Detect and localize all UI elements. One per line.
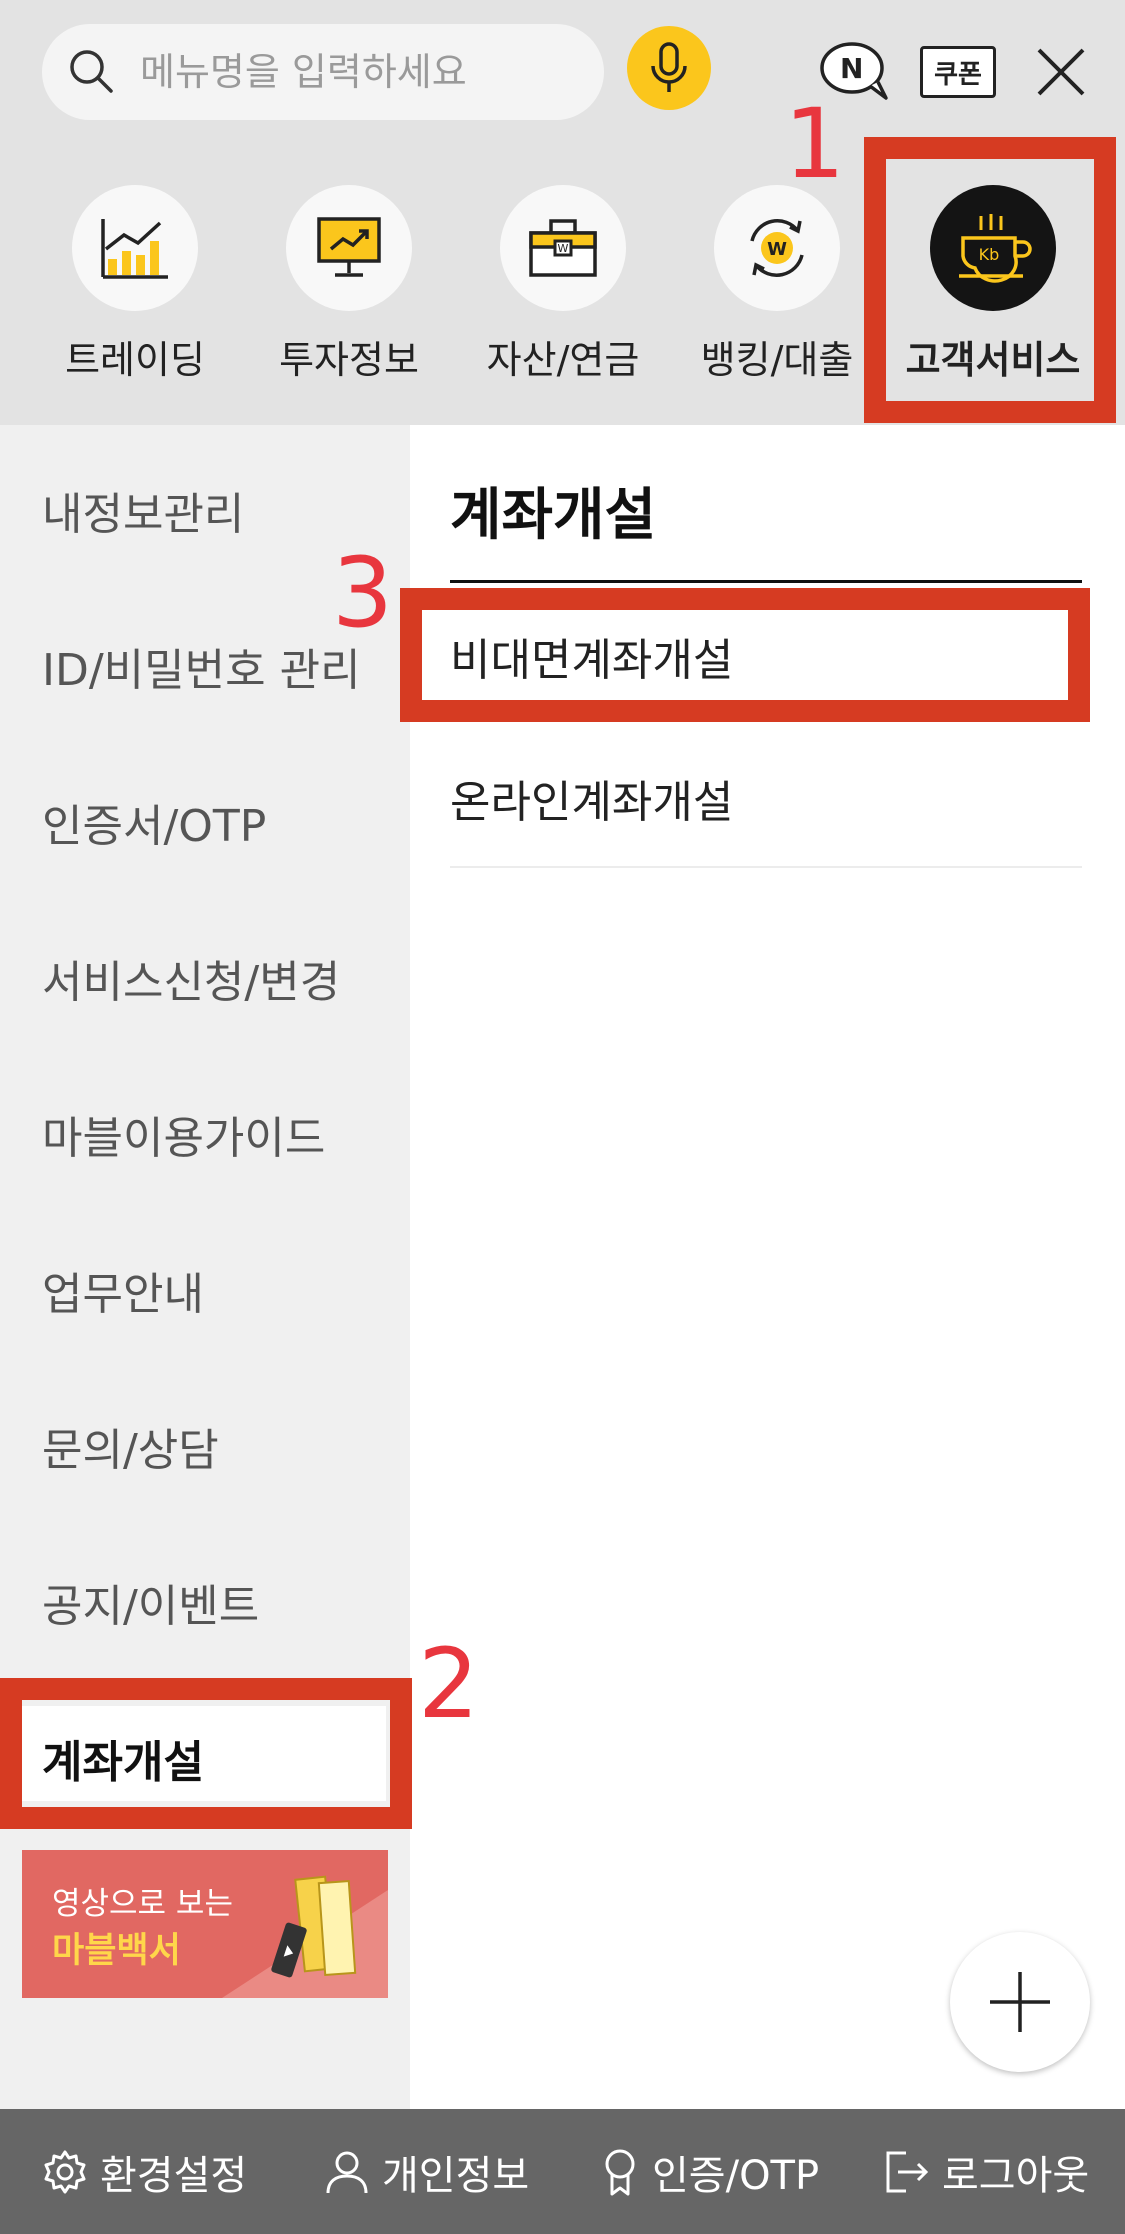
search-icon [70, 50, 113, 93]
annotation-box-1 [864, 137, 1116, 423]
award-icon [605, 2149, 635, 2195]
svg-text:W: W [767, 239, 787, 260]
microphone-icon [651, 42, 687, 92]
settings-button[interactable]: 환경설정 [42, 2109, 247, 2234]
sidebar-item-id-password[interactable]: ID/비밀번호 관리 [42, 634, 361, 698]
monitor-chart-icon [317, 217, 381, 277]
menu-item-online-account[interactable]: 온라인계좌개설 [450, 766, 733, 830]
chart-icon [101, 219, 168, 279]
panel-title: 계좌개설 [450, 483, 657, 548]
annotation-number-2: 2 [418, 1628, 480, 1740]
sidebar-item-notice-event[interactable]: 공지/이벤트 [42, 1570, 259, 1634]
microphone-button[interactable] [627, 26, 711, 110]
sidebar-item-guide[interactable]: 마블이용가이드 [42, 1102, 325, 1166]
category-trading[interactable]: 트레이딩 [30, 185, 240, 384]
annotation-number-3: 3 [332, 537, 394, 649]
video-guide-banner[interactable]: 영상으로 보는 마블백서 [22, 1850, 388, 1998]
coupon-label: 쿠폰 [934, 59, 982, 90]
sidebar-item-my-info[interactable]: 내정보관리 [42, 478, 244, 542]
annotation-box-2 [0, 1678, 412, 1829]
books-icon [271, 1875, 357, 1978]
logout-label: 로그아웃 [942, 2152, 1090, 2199]
category-banking-loan[interactable]: W 뱅킹/대출 [672, 185, 882, 384]
sidebar-item-inquiry[interactable]: 문의/상담 [42, 1414, 219, 1478]
sidebar-item-business-info[interactable]: 업무안내 [42, 1258, 204, 1322]
banner-line1: 영상으로 보는 [52, 1886, 233, 1922]
search-input[interactable]: 메뉴명을 입력하세요 [140, 24, 467, 120]
sidebar-item-service-request[interactable]: 서비스신청/변경 [42, 946, 340, 1010]
auth-otp-button[interactable]: 인증/OTP [600, 2109, 819, 2234]
category-investment-info[interactable]: 투자정보 [244, 185, 454, 384]
menu-divider [450, 866, 1082, 868]
panel-title-divider [450, 580, 1082, 583]
annotation-number-1: 1 [784, 88, 846, 200]
person-icon [326, 2151, 368, 2193]
search-bar[interactable]: 메뉴명을 입력하세요 [42, 24, 604, 120]
category-assets-pension[interactable]: W 자산/연금 [458, 185, 668, 384]
banner-line2: 마블백서 [52, 1931, 181, 1971]
add-button[interactable] [950, 1932, 1090, 2072]
briefcase-won-icon: W [529, 219, 597, 277]
auth-otp-label: 인증/OTP [652, 2152, 820, 2199]
settings-label: 환경설정 [100, 2152, 248, 2199]
won-refresh-icon: W [750, 219, 804, 277]
logout-button[interactable]: 로그아웃 [884, 2109, 1089, 2234]
n-badge: N [840, 52, 864, 85]
logout-icon [886, 2151, 929, 2192]
close-icon[interactable] [1035, 46, 1087, 98]
gear-icon [44, 2150, 86, 2193]
annotation-box-3 [400, 588, 1090, 722]
category-label: 자산/연금 [486, 338, 640, 382]
category-label: 트레이딩 [65, 338, 205, 382]
svg-text:W: W [558, 242, 569, 255]
category-label: 뱅킹/대출 [700, 338, 854, 382]
category-label: 투자정보 [279, 338, 419, 382]
sidebar-item-certificate-otp[interactable]: 인증서/OTP [42, 790, 266, 854]
plus-icon [990, 1972, 1050, 2032]
personal-info-button[interactable]: 개인정보 [324, 2109, 529, 2234]
personal-info-label: 개인정보 [382, 2152, 530, 2199]
coupon-button[interactable]: 쿠폰 [920, 46, 996, 98]
